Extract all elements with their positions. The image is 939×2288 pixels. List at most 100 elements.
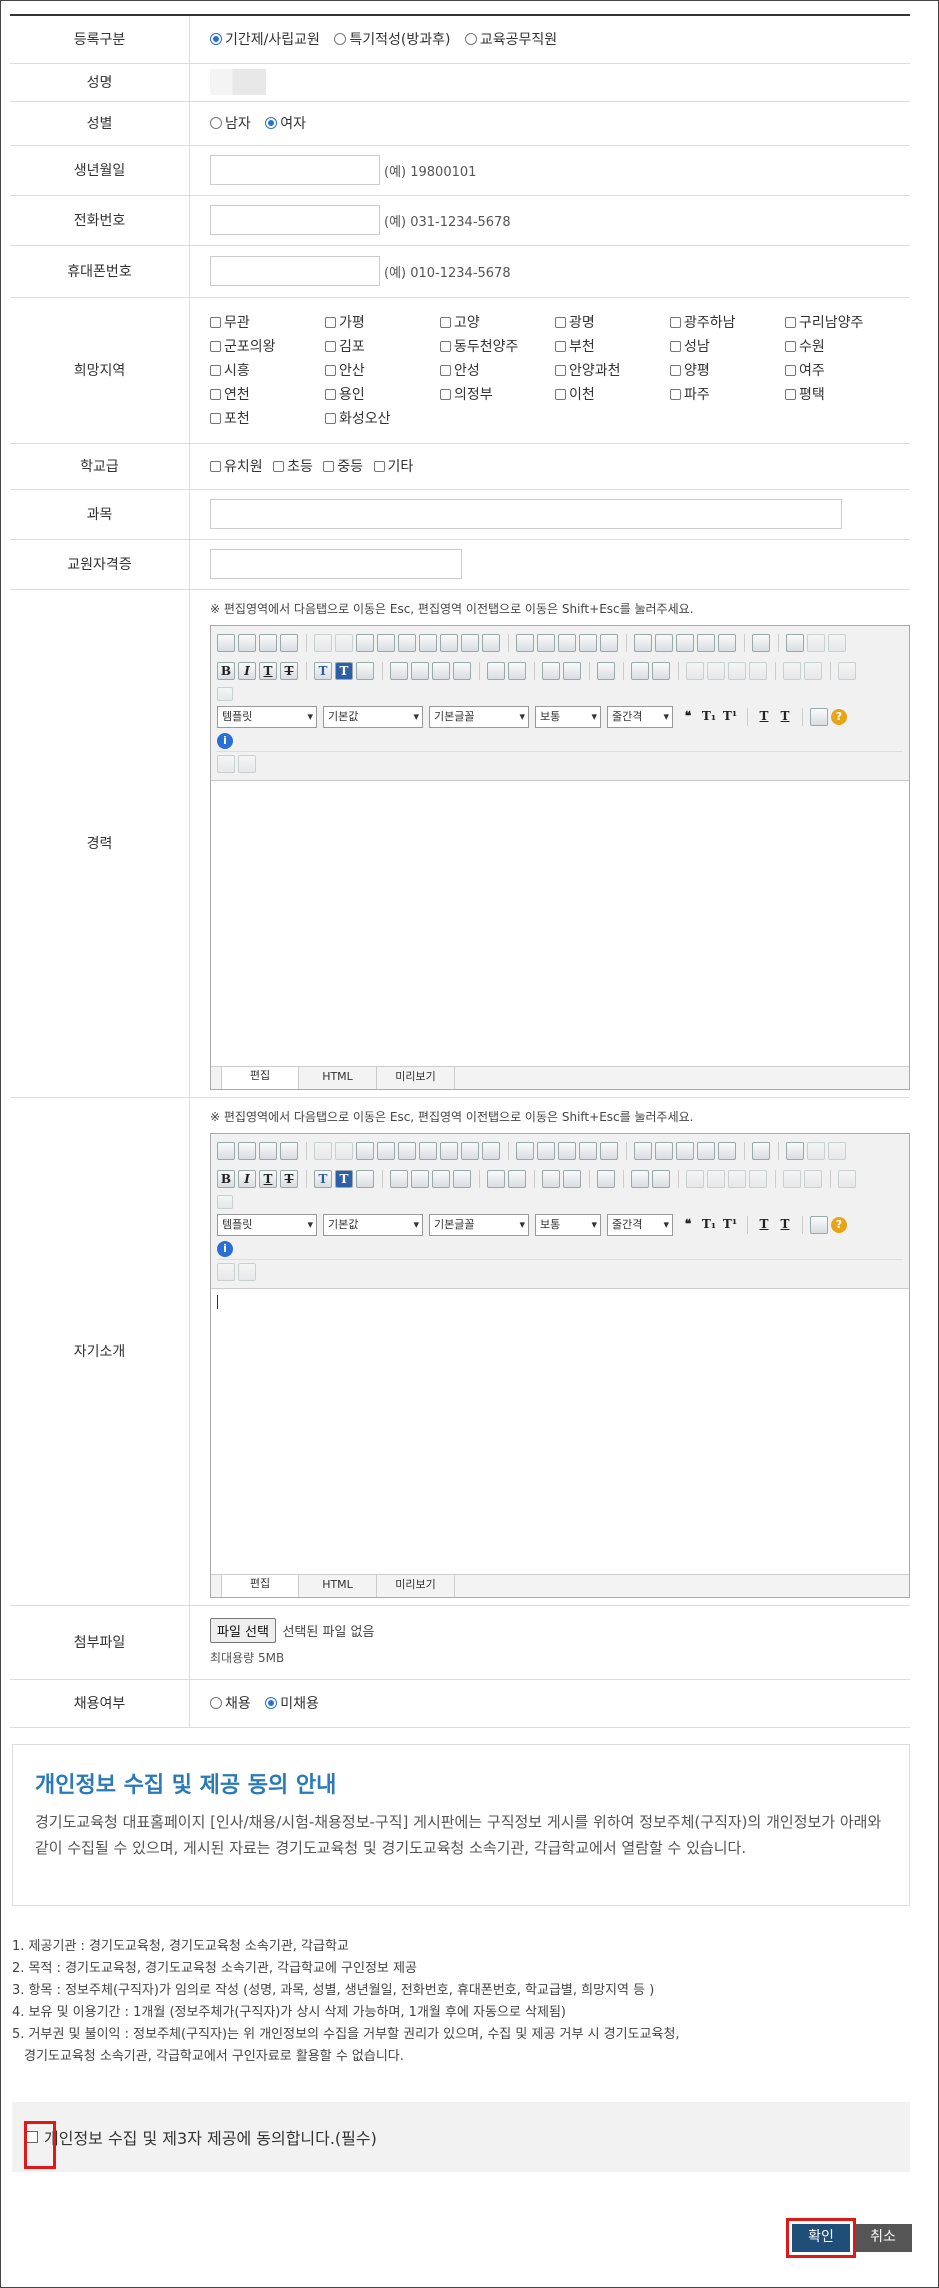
link-icon[interactable] (634, 1141, 652, 1160)
template-select[interactable]: 템플릿 (217, 705, 317, 728)
redo-icon[interactable] (335, 1141, 353, 1160)
align-center-icon[interactable] (411, 1169, 429, 1188)
style-select[interactable]: 기본값 (323, 1213, 423, 1236)
table-cell-icon[interactable] (238, 755, 256, 773)
align-center-icon[interactable] (411, 661, 429, 680)
resize-icon[interactable] (810, 1215, 828, 1234)
region-option[interactable]: 시흥 (210, 360, 315, 380)
region-option[interactable]: 무관 (210, 312, 315, 332)
unordered-list-icon[interactable] (597, 661, 615, 680)
license-input[interactable] (210, 549, 462, 579)
ordered-list-icon[interactable] (563, 661, 581, 680)
resize-icon[interactable] (810, 707, 828, 726)
copy-icon[interactable] (377, 633, 395, 652)
region-option[interactable]: 고양 (440, 312, 545, 332)
career-edit-area[interactable] (211, 780, 909, 1067)
region-option[interactable]: 군포의왕 (210, 336, 315, 356)
tab-html[interactable]: HTML (299, 1066, 377, 1089)
find-icon[interactable] (440, 1141, 458, 1160)
split-cells-icon[interactable] (804, 1169, 822, 1188)
paste-word-icon[interactable] (419, 633, 437, 652)
align-right-icon[interactable] (432, 1169, 450, 1188)
align-right-icon[interactable] (432, 661, 450, 680)
size-select[interactable]: 보통 (535, 705, 601, 728)
file-select-button[interactable]: 파일 선택 (210, 1618, 276, 1643)
table-props-icon[interactable] (631, 1169, 649, 1188)
line-height-select[interactable]: 줄간격 (607, 705, 673, 728)
tab-edit[interactable]: 편집 (221, 1573, 299, 1597)
reg-type-option-1[interactable]: 특기적성(방과후) (334, 29, 450, 49)
underline-icon[interactable]: T (259, 661, 277, 680)
form-icon[interactable] (600, 633, 618, 652)
fullscreen-icon[interactable] (786, 1141, 804, 1160)
page-break-icon[interactable] (280, 1141, 298, 1160)
delete-col-icon[interactable] (749, 661, 767, 680)
template-select[interactable]: 템플릿 (217, 1213, 317, 1236)
find-icon[interactable] (440, 633, 458, 652)
insert-col-icon[interactable] (707, 1169, 725, 1188)
region-option[interactable]: 가평 (325, 312, 430, 332)
undo-icon[interactable] (314, 633, 332, 652)
bookmark-icon[interactable] (655, 1141, 673, 1160)
region-option[interactable]: 구리남양주 (785, 312, 890, 332)
table-edit-icon[interactable] (217, 755, 235, 773)
select-all-icon[interactable] (482, 1141, 500, 1160)
paragraph-icon[interactable] (542, 661, 560, 680)
quote-icon[interactable]: ❝ (679, 1216, 697, 1234)
region-option[interactable]: 포천 (210, 408, 315, 428)
ordered-list-icon[interactable] (563, 1169, 581, 1188)
cell-color-icon[interactable] (838, 1169, 856, 1188)
indent-icon[interactable] (487, 661, 505, 680)
size-select[interactable]: 보통 (535, 1213, 601, 1236)
align-justify-icon[interactable] (453, 661, 471, 680)
layer-icon[interactable] (807, 633, 825, 652)
region-option[interactable]: 용인 (325, 384, 430, 404)
tab-edit[interactable]: 편집 (221, 1065, 299, 1089)
region-option[interactable]: 안성 (440, 360, 545, 380)
merge-cells-icon[interactable] (783, 661, 801, 680)
delete-col-icon[interactable] (749, 1169, 767, 1188)
birth-input[interactable] (210, 155, 380, 185)
region-option[interactable]: 성남 (670, 336, 775, 356)
gender-male-radio[interactable]: 남자 (210, 113, 251, 133)
region-option[interactable]: 동두천양주 (440, 336, 545, 356)
delete-row-icon[interactable] (728, 661, 746, 680)
region-option[interactable]: 양평 (670, 360, 775, 380)
bookmark-icon[interactable] (655, 633, 673, 652)
gender-female-radio[interactable]: 여자 (265, 113, 306, 133)
print-icon[interactable] (259, 633, 277, 652)
image-icon[interactable] (537, 1141, 555, 1160)
table-edit-icon[interactable] (217, 1263, 235, 1281)
image-icon[interactable] (537, 633, 555, 652)
tab-preview[interactable]: 미리보기 (377, 1066, 455, 1089)
clear-format-icon[interactable] (356, 661, 374, 680)
region-option[interactable]: 수원 (785, 336, 890, 356)
region-option[interactable]: 부천 (555, 336, 660, 356)
table-props-icon[interactable] (631, 661, 649, 680)
region-option[interactable]: 안산 (325, 360, 430, 380)
insert-row-icon[interactable] (686, 1169, 704, 1188)
region-option[interactable]: 파주 (670, 384, 775, 404)
school-level-option-0[interactable]: 유치원 (210, 456, 263, 476)
unordered-list-icon[interactable] (597, 1169, 615, 1188)
region-option[interactable]: 광명 (555, 312, 660, 332)
special-char-icon[interactable] (697, 633, 715, 652)
uppercase-icon[interactable]: T (776, 708, 794, 726)
region-option[interactable]: 화성오산 (325, 408, 430, 428)
style-select[interactable]: 기본값 (323, 705, 423, 728)
cell-props-icon[interactable] (652, 1169, 670, 1188)
subscript-icon[interactable]: T₁ (700, 1216, 718, 1234)
emoticon-icon[interactable] (718, 633, 736, 652)
select-all-icon[interactable] (482, 633, 500, 652)
table-cell-icon[interactable] (238, 1263, 256, 1281)
source-icon[interactable] (752, 1141, 770, 1160)
region-option[interactable]: 연천 (210, 384, 315, 404)
region-option[interactable]: 광주하남 (670, 312, 775, 332)
replace-icon[interactable] (461, 633, 479, 652)
align-justify-icon[interactable] (453, 1169, 471, 1188)
tab-html[interactable]: HTML (299, 1574, 377, 1597)
region-option[interactable]: 평택 (785, 384, 890, 404)
hiring-no-radio[interactable]: 미채용 (265, 1693, 319, 1713)
link-icon[interactable] (634, 633, 652, 652)
cell-color-icon[interactable] (838, 661, 856, 680)
